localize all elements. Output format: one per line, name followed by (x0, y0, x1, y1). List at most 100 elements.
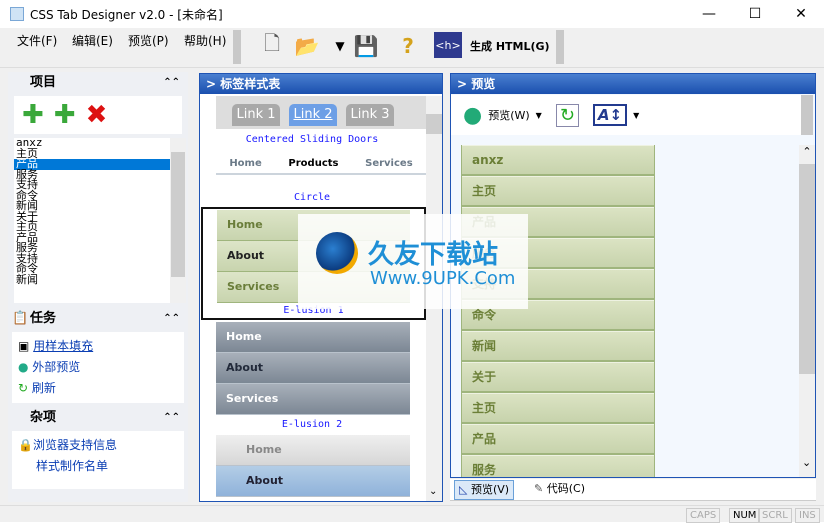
misc-credits[interactable]: 样式制作名单 (18, 456, 178, 477)
menu-edit[interactable]: 编辑(E) (72, 32, 113, 49)
refresh-icon[interactable]: ↻ (555, 103, 579, 127)
globe-icon: ● (18, 360, 33, 374)
item-list[interactable]: anxz 主页 产品 服务 支持 命令 新闻 关于 主页 产品 服务 支持 命令 新闻 (14, 138, 186, 303)
globe-icon[interactable]: ● (463, 103, 482, 128)
html-icon[interactable]: <h> (434, 32, 462, 58)
preview-menu-item[interactable]: 新闻 (462, 331, 654, 362)
collapse-icon[interactable]: ⌃⌃ (163, 407, 180, 429)
misc-header[interactable]: 杂项 ⌃⌃ (8, 407, 188, 429)
toolbar-grip[interactable] (556, 30, 564, 64)
maximize-button[interactable]: ☐ (732, 0, 778, 28)
status-indicator-caps: CAPS (686, 508, 721, 523)
items-toolbar: ✚ ✚ ✖ (14, 96, 182, 134)
last-style-sample[interactable]: Home About (216, 435, 410, 497)
preview-menu: anxz主页产品服务支持命令新闻关于主页产品服务 (461, 145, 655, 477)
nav-item[interactable]: Services (216, 384, 410, 415)
nav-item[interactable]: Products (288, 158, 338, 169)
circle-sample[interactable]: Home Products Services (216, 158, 426, 175)
menu-preview[interactable]: 预览(P) (128, 32, 169, 49)
task-refresh[interactable]: ↻ 刷新 (18, 378, 178, 399)
tab-link-3[interactable]: Link 3 (346, 104, 394, 126)
ruler-icon: ◺ (459, 483, 471, 496)
watermark-url: Www.9UPK.Com (370, 268, 516, 289)
list-item[interactable]: 命令 (14, 263, 186, 275)
tab-code[interactable]: ✎ 代码(C) (530, 480, 589, 500)
add-icon[interactable]: ✚ (54, 100, 76, 130)
menu-file[interactable]: 文件(F) (17, 32, 57, 49)
preview-scrollbar[interactable]: ⌃ ⌄ (799, 145, 815, 477)
preview-menu-item[interactable]: 主页 (462, 393, 654, 424)
title-bar: CSS Tab Designer v2.0 - [未命名] — ☐ ✕ (0, 0, 824, 28)
font-size-icon[interactable]: A↕ (592, 104, 628, 126)
add-child-icon[interactable]: ✚ (22, 100, 44, 130)
minimize-button[interactable]: — (686, 0, 732, 28)
edit-icon: ✎ (534, 482, 547, 495)
preview-menu-item[interactable]: 服务 (462, 455, 654, 477)
toolbar-grip[interactable] (801, 95, 813, 135)
style-caption: Centered Sliding Doors (245, 134, 379, 145)
menu-toolbar: 文件(F) 编辑(E) 预览(P) 帮助(H) 🗋 📂 ▼ 💾 ? <h> 生成… (0, 28, 824, 68)
collapse-icon[interactable]: ⌃⌃ (163, 308, 180, 330)
tab-link-1[interactable]: Link 1 (232, 104, 280, 126)
list-item[interactable]: 支持 (14, 253, 186, 265)
nav-item[interactable]: Home (216, 435, 410, 466)
collapse-icon[interactable]: ⌃⌃ (163, 72, 180, 94)
style-caption: Circle (293, 192, 331, 203)
delete-icon[interactable]: ✖ (86, 100, 108, 130)
tab-preview[interactable]: ◺ 预览(V) (454, 480, 515, 500)
status-indicator-scrl: SCRL (758, 508, 792, 523)
elusion2-sample[interactable]: Home About Services (216, 322, 410, 415)
preview-menu-item[interactable]: 产品 (462, 424, 654, 455)
task-fill-sample[interactable]: ▣ 用样本填充 (18, 336, 178, 357)
close-button[interactable]: ✕ (778, 0, 824, 28)
lock-icon: 🔒 (18, 438, 33, 452)
list-item[interactable]: 新闻 (14, 274, 186, 286)
menu-help[interactable]: 帮助(H) (184, 32, 226, 49)
preview-menu-item[interactable]: 关于 (462, 362, 654, 393)
app-icon (10, 7, 24, 21)
tasks-header[interactable]: 📋 任务 ⌃⌃ (8, 308, 188, 330)
open-folder-icon[interactable]: 📂 (293, 32, 321, 60)
list-item[interactable]: 服务 (14, 169, 186, 181)
list-item[interactable]: anxz (14, 138, 186, 149)
list-item[interactable]: 主页 (14, 148, 186, 160)
list-item[interactable]: 新闻 (14, 200, 186, 212)
generate-html-button[interactable]: 生成 HTML(G) (470, 38, 550, 54)
clipboard-icon: 📋 (12, 311, 29, 326)
save-icon[interactable]: 💾 (352, 32, 380, 60)
open-dropdown-icon[interactable]: ▼ (326, 32, 354, 60)
item-list-scrollbar[interactable] (170, 138, 186, 303)
list-item[interactable]: 主页 (14, 221, 186, 233)
nav-item[interactable]: Services (365, 158, 413, 169)
new-file-icon[interactable]: 🗋 (258, 31, 286, 60)
list-item[interactable]: 服务 (14, 242, 186, 254)
watermark-text: 久友下载站 (368, 240, 499, 270)
status-indicator-ins: INS (795, 508, 820, 523)
nav-item[interactable]: Home (229, 158, 261, 169)
watermark-logo: 久友下载站 Www.9UPK.Com (298, 214, 528, 309)
preview-menu-item[interactable]: anxz (462, 145, 654, 176)
task-external-preview[interactable]: ● 外部预览 (18, 357, 178, 378)
status-bar: CAPS NUM SCRL INS (0, 505, 824, 523)
list-item[interactable]: 产品 (14, 158, 186, 170)
tab-code-label: 代码(C) (546, 482, 585, 495)
misc-browser-support[interactable]: 🔒浏览器支持信息 (18, 435, 178, 456)
window-title: CSS Tab Designer v2.0 - [未命名] (30, 8, 223, 22)
watermark-logo-icon (316, 232, 358, 274)
tab-link-2[interactable]: Link 2 (289, 104, 337, 126)
items-header[interactable]: 项目 ⌃⌃ (8, 72, 188, 94)
preview-menu-item[interactable]: 主页 (462, 176, 654, 207)
style-caption: E-lusion 2 (281, 419, 343, 430)
preview-panel-title: > 预览 (451, 74, 815, 94)
toolbar-grip[interactable] (233, 30, 241, 64)
nav-item[interactable]: Home (216, 322, 410, 353)
list-item[interactable]: 支持 (14, 179, 186, 191)
nav-item[interactable]: About (216, 466, 410, 497)
nav-item[interactable]: About (216, 353, 410, 384)
list-item[interactable]: 产品 (14, 232, 186, 244)
preview-button[interactable]: 预览(W) (488, 107, 529, 123)
help-icon[interactable]: ? (394, 32, 422, 60)
status-indicator-num: NUM (729, 508, 761, 523)
list-item[interactable]: 关于 (14, 211, 186, 223)
list-item[interactable]: 命令 (14, 190, 186, 202)
